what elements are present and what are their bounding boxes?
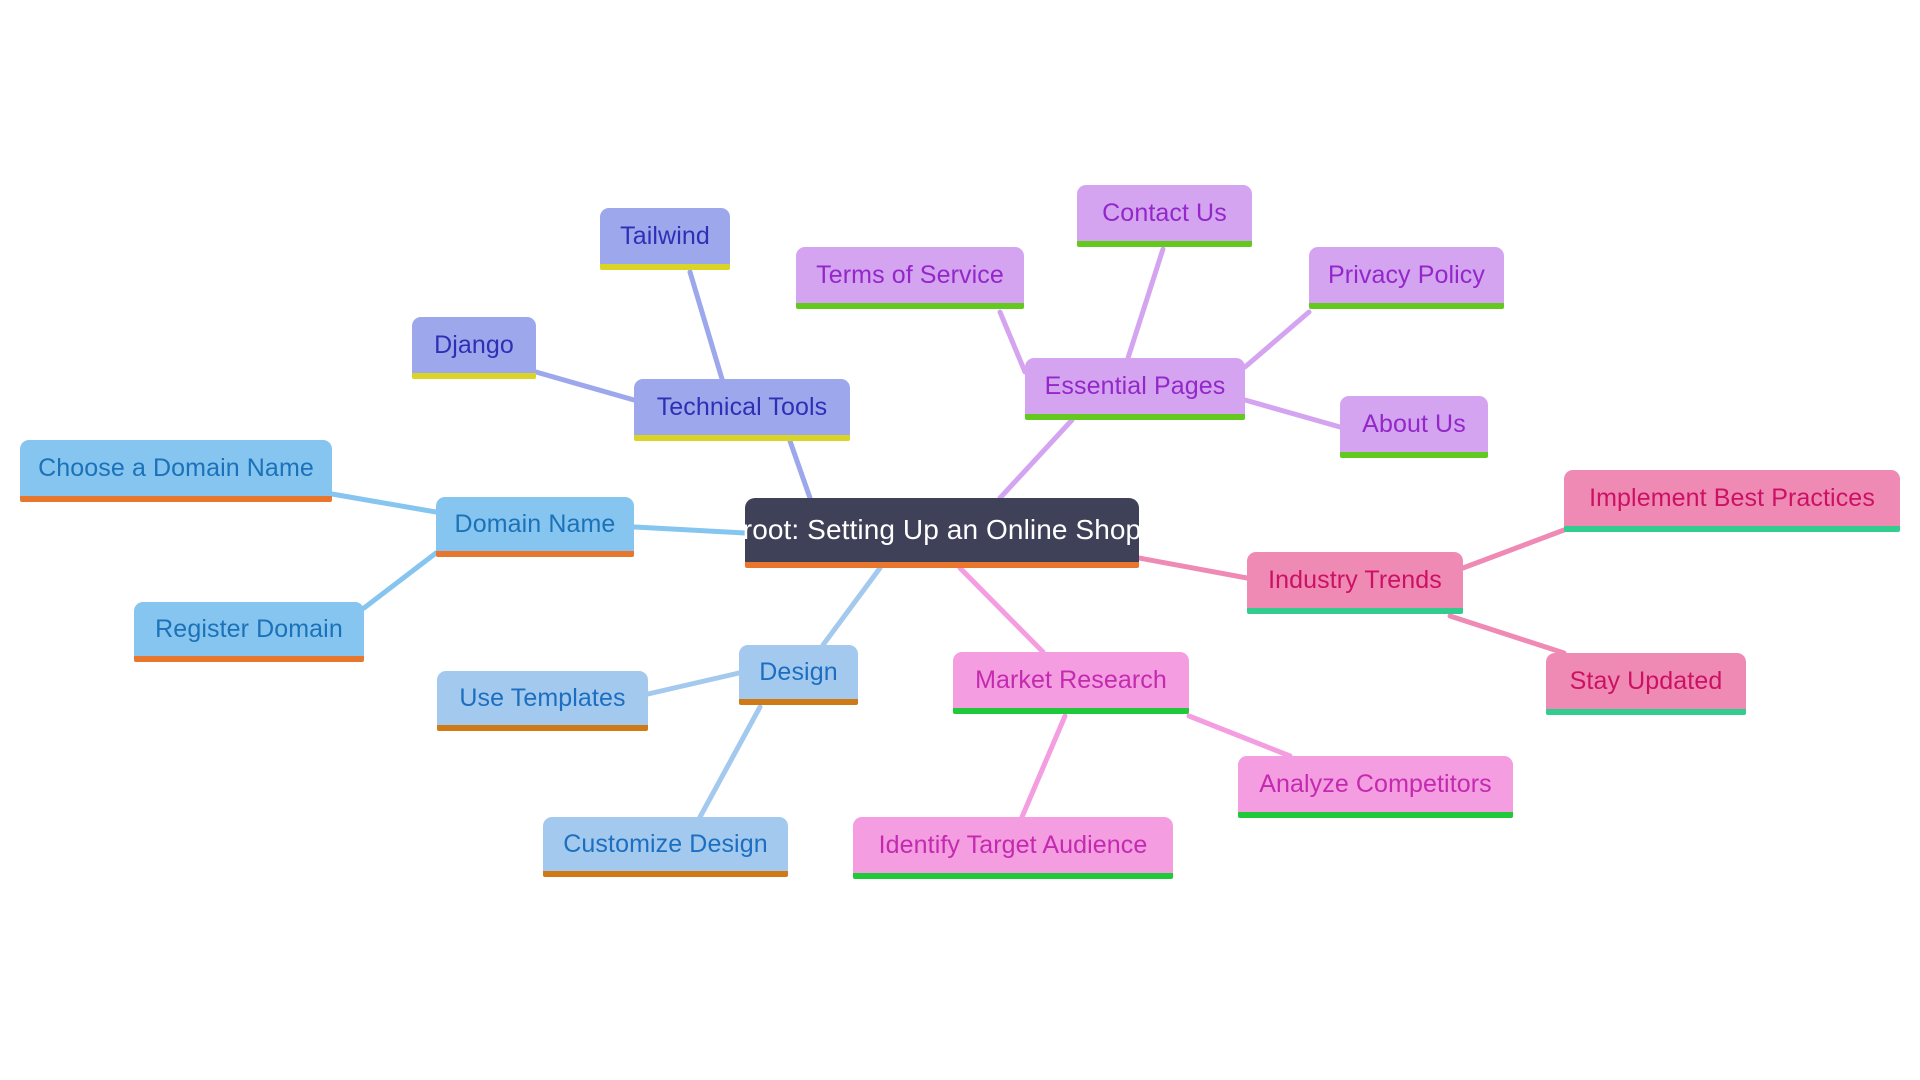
- mindmap-node-label: Register Domain: [155, 614, 343, 643]
- mindmap-node-industry-trends[interactable]: Industry Trends: [1247, 552, 1463, 614]
- mindmap-edge: [687, 269, 725, 382]
- mindmap-node-analyze-competitors[interactable]: Analyze Competitors: [1238, 756, 1513, 818]
- mindmap-edge: [329, 491, 439, 515]
- mindmap-edge: [631, 524, 748, 536]
- mindmap-node-technical-tools[interactable]: Technical Tools: [634, 379, 850, 441]
- mindmap-node-label: Privacy Policy: [1328, 260, 1485, 289]
- mindmap-node-label: Design: [759, 657, 838, 686]
- mindmap-edge: [697, 704, 763, 820]
- mindmap-node-label: Stay Updated: [1569, 666, 1723, 695]
- mindmap-node-label: Implement Best Practices: [1589, 483, 1875, 512]
- mindmap-node-about-us[interactable]: About Us: [1340, 396, 1488, 458]
- mindmap-node-label: Choose a Domain Name: [38, 453, 314, 482]
- mindmap-edge: [820, 565, 883, 648]
- mindmap-node-label: Terms of Service: [816, 260, 1004, 289]
- mindmap-edge: [1460, 527, 1567, 571]
- mindmap-node-root[interactable]: root: Setting Up an Online Shop: [743, 498, 1141, 568]
- mindmap-node-label: Industry Trends: [1268, 565, 1442, 594]
- mindmap-edge: [1242, 309, 1312, 370]
- mindmap-edge: [957, 565, 1046, 655]
- mindmap-node-tailwind[interactable]: Tailwind: [600, 208, 730, 270]
- mindmap-node-identify-target-audience[interactable]: Identify Target Audience: [853, 817, 1173, 879]
- mindmap-node-label: Essential Pages: [1044, 371, 1226, 400]
- mindmap-node-django[interactable]: Django: [412, 317, 536, 379]
- mindmap-node-label: Customize Design: [563, 829, 768, 858]
- mindmap-node-market-research[interactable]: Market Research: [953, 652, 1189, 714]
- mindmap-edge: [645, 670, 742, 697]
- mindmap-node-label: Domain Name: [454, 509, 616, 538]
- mindmap-node-choose-a-domain-name[interactable]: Choose a Domain Name: [20, 440, 332, 502]
- mindmap-node-label: Technical Tools: [656, 392, 828, 421]
- mindmap-node-label: Market Research: [975, 665, 1167, 694]
- mindmap-node-label: Analyze Competitors: [1259, 769, 1492, 798]
- mindmap-edge: [533, 369, 637, 403]
- mindmap-node-label: About Us: [1362, 409, 1466, 438]
- mindmap-edge: [997, 309, 1028, 375]
- mindmap-edge: [787, 438, 813, 501]
- mindmap-node-customize-design[interactable]: Customize Design: [543, 817, 788, 877]
- mindmap-edge: [1019, 713, 1068, 820]
- mindmap-edge: [1125, 246, 1166, 361]
- mindmap-node-label: Tailwind: [620, 221, 710, 250]
- mindmap-edge: [1242, 397, 1343, 430]
- mindmap-node-design[interactable]: Design: [739, 645, 858, 705]
- mindmap-node-label: Django: [434, 330, 514, 359]
- mindmap-node-contact-us[interactable]: Contact Us: [1077, 185, 1252, 247]
- mindmap-canvas: root: Setting Up an Online Shop Choose a …: [0, 0, 1920, 1080]
- mindmap-node-register-domain[interactable]: Register Domain: [134, 602, 364, 662]
- mindmap-edge: [1136, 555, 1250, 581]
- mindmap-node-label: Contact Us: [1102, 198, 1227, 227]
- mindmap-node-label: Identify Target Audience: [878, 830, 1148, 859]
- mindmap-node-use-templates[interactable]: Use Templates: [437, 671, 648, 731]
- mindmap-node-label: root: Setting Up an Online Shop: [742, 514, 1142, 545]
- mindmap-edge: [361, 550, 439, 611]
- mindmap-node-privacy-policy[interactable]: Privacy Policy: [1309, 247, 1504, 309]
- mindmap-node-domain-name[interactable]: Domain Name: [436, 497, 634, 557]
- mindmap-edge: [997, 417, 1075, 501]
- mindmap-node-stay-updated[interactable]: Stay Updated: [1546, 653, 1746, 715]
- mindmap-edge: [1447, 613, 1567, 656]
- mindmap-node-essential-pages[interactable]: Essential Pages: [1025, 358, 1245, 420]
- mindmap-edge: [1186, 713, 1293, 759]
- mindmap-node-implement-best-practices[interactable]: Implement Best Practices: [1564, 470, 1900, 532]
- mindmap-node-label: Use Templates: [459, 683, 626, 712]
- mindmap-node-terms-of-service[interactable]: Terms of Service: [796, 247, 1024, 309]
